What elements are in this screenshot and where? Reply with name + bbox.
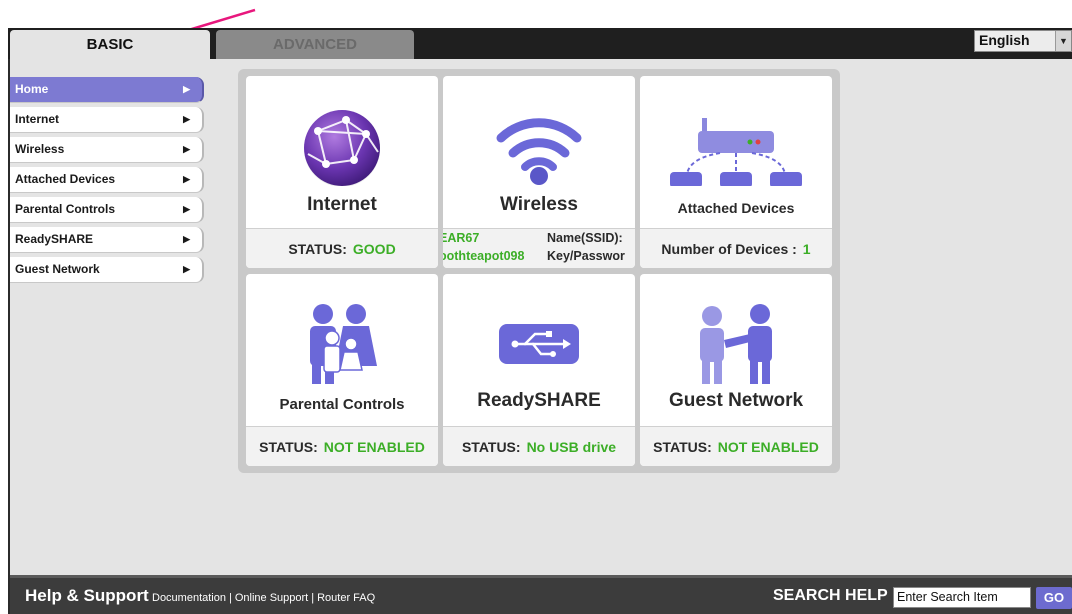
internet-card-title: Internet <box>307 194 377 215</box>
usb-icon <box>499 324 579 364</box>
tab-advanced[interactable]: ADVANCED <box>216 30 414 59</box>
sidebar-nav: Home ▶ Internet ▶ Wireless ▶ Attached De… <box>10 77 204 287</box>
key-value: oothteapot098 <box>443 249 525 263</box>
sidebar-item-internet[interactable]: Internet ▶ <box>10 107 204 133</box>
parental-controls-status: STATUS: NOT ENABLED <box>246 426 438 466</box>
dashboard-panel: Internet STATUS: GOOD Wireless EAR67 Nam… <box>238 69 840 473</box>
tab-basic[interactable]: BASIC <box>10 30 210 59</box>
status-value: GOOD <box>352 241 396 257</box>
wireless-card-title: Wireless <box>500 194 578 215</box>
sidebar-item-label: ReadySHARE <box>15 232 94 246</box>
chevron-right-icon: ▶ <box>183 144 190 154</box>
help-support-footer: Help & Support Documentation | Online Supp… <box>10 575 1072 614</box>
chevron-right-icon: ▶ <box>183 264 190 274</box>
guest-network-card-title: Guest Network <box>668 390 804 411</box>
device-count-label: Number of Devices : <box>661 241 797 257</box>
ssid-label: Name(SSID): <box>547 231 623 245</box>
documentation-link[interactable]: Documentation <box>152 592 226 604</box>
ssid-value: EAR67 <box>443 231 480 245</box>
chevron-right-icon: ▶ <box>183 114 190 124</box>
sidebar-item-wireless[interactable]: Wireless ▶ <box>10 137 204 163</box>
sidebar-item-label: Wireless <box>15 142 65 156</box>
status-value: NOT ENABLED <box>323 439 425 455</box>
online-support-link[interactable]: Online Support <box>235 592 308 604</box>
language-select[interactable]: English ▼ <box>974 30 1072 52</box>
search-help-label: SEARCH HELP <box>773 587 888 604</box>
sidebar-item-label: Internet <box>15 112 60 126</box>
status-value: No USB drive <box>526 439 617 455</box>
link-separator: | <box>229 592 232 604</box>
router-devices-icon <box>670 118 802 188</box>
help-support-title: Help & Support <box>25 586 149 605</box>
guest-network-card[interactable]: Guest Network STATUS: NOT ENABLED <box>640 274 832 466</box>
chevron-right-icon: ▶ <box>183 234 190 244</box>
dropdown-arrow-icon[interactable]: ▼ <box>1055 31 1071 51</box>
status-value: NOT ENABLED <box>717 439 819 455</box>
wireless-card[interactable]: Wireless EAR67 Name(SSID): oothteapot098… <box>443 76 635 268</box>
sidebar-item-label: Attached Devices <box>15 172 116 186</box>
readyshare-card[interactable]: ReadySHARE STATUS: No USB drive <box>443 274 635 466</box>
top-tab-bar: BASIC ADVANCED English ▼ <box>8 28 1072 59</box>
key-label: Key/Passwor <box>547 249 625 263</box>
search-help-input[interactable]: Enter Search Item <box>893 587 1031 608</box>
sidebar-item-parental-controls[interactable]: Parental Controls ▶ <box>10 197 204 223</box>
sidebar-item-label: Parental Controls <box>15 202 116 216</box>
footer-links: Documentation | Online Support | Router FAQ <box>152 592 375 604</box>
device-count-value: 1 <box>802 241 811 257</box>
internet-status: STATUS: GOOD <box>246 228 438 268</box>
language-selected-value: English <box>979 32 1030 48</box>
sidebar-item-label: Guest Network <box>15 262 100 276</box>
sidebar-item-guest-network[interactable]: Guest Network ▶ <box>10 257 204 283</box>
link-separator: | <box>311 592 315 604</box>
status-label: STATUS: <box>288 241 347 257</box>
family-icon <box>310 304 377 386</box>
readyshare-card-title: ReadySHARE <box>477 390 601 411</box>
status-label: STATUS: <box>653 439 712 455</box>
handshake-people-icon <box>700 304 772 384</box>
attached-devices-count: Number of Devices : 1 <box>640 228 832 268</box>
main-content: Home ▶ Internet ▶ Wireless ▶ Attached De… <box>10 59 1072 575</box>
go-button[interactable]: GO <box>1036 587 1072 609</box>
attached-devices-card-title: Attached Devices <box>677 200 795 216</box>
readyshare-status: STATUS: No USB drive <box>443 426 635 466</box>
internet-card[interactable]: Internet STATUS: GOOD <box>246 76 438 268</box>
wifi-icon <box>496 118 582 185</box>
sidebar-item-attached-devices[interactable]: Attached Devices ▶ <box>10 167 204 193</box>
chevron-right-icon: ▶ <box>183 174 190 184</box>
status-label: STATUS: <box>461 439 521 455</box>
chevron-right-icon: ▶ <box>183 204 190 214</box>
sidebar-item-home[interactable]: Home ▶ <box>10 77 204 103</box>
parental-controls-card-title: Parental Controls <box>279 396 405 413</box>
status-label: STATUS: <box>259 439 318 455</box>
sidebar-item-label: Home <box>15 82 49 96</box>
attached-devices-card[interactable]: Attached Devices Number of Devices : 1 <box>640 76 832 268</box>
globe-network-icon <box>304 110 380 187</box>
router-admin-frame: BASIC ADVANCED English ▼ Home ▶ Internet… <box>8 28 1072 614</box>
wireless-ssid-info: EAR67 Name(SSID): oothteapot098 Key/Pass… <box>443 228 635 268</box>
guest-network-status: STATUS: NOT ENABLED <box>640 426 832 466</box>
parental-controls-card[interactable]: Parental Controls STATUS: NOT ENABLED <box>246 274 438 466</box>
sidebar-item-readyshare[interactable]: ReadySHARE ▶ <box>10 227 204 253</box>
router-faq-link[interactable]: Router FAQ <box>317 592 375 604</box>
chevron-right-icon: ▶ <box>183 84 190 94</box>
